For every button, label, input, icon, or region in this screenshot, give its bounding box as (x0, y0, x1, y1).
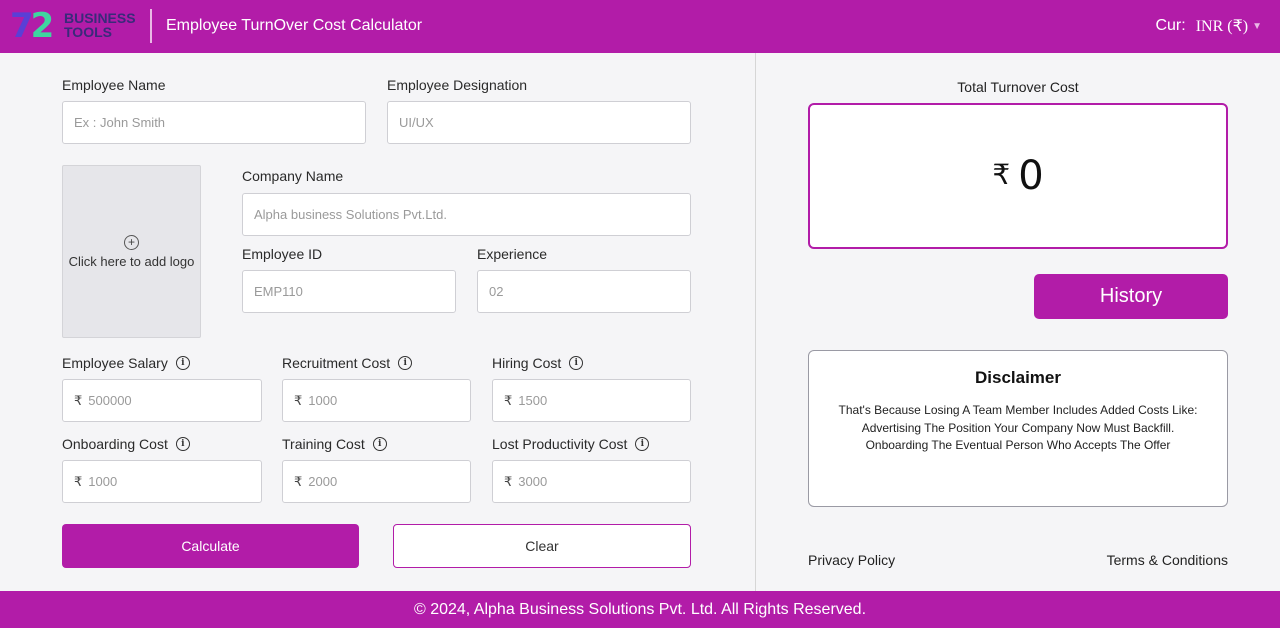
info-icon[interactable]: i (372, 437, 387, 451)
business-tools-logo[interactable]: 72 BUSINESS TOOLS (10, 8, 140, 44)
add-logo-text: Click here to add logo (68, 253, 195, 269)
rupee-icon: ₹ (74, 392, 83, 408)
info-icon[interactable]: i (569, 356, 584, 370)
disclaimer-box: Disclaimer That's Because Losing A Team … (808, 350, 1228, 507)
hiring-cost-input[interactable]: ₹ 1500 (492, 379, 691, 422)
recruitment-cost-label: Recruitment Cost i (282, 355, 413, 371)
calculate-button[interactable]: Calculate (62, 524, 359, 568)
lost-productivity-cost-input[interactable]: ₹ 3000 (492, 460, 691, 503)
experience-label: Experience (477, 246, 548, 262)
disclaimer-text: That's Because Losing A Team Member Incl… (838, 403, 1198, 452)
plus-circle-icon: + (124, 234, 139, 250)
employee-salary-input[interactable]: ₹ 500000 (62, 379, 262, 422)
info-icon[interactable]: i (175, 356, 190, 370)
currency-label: Cur: (1155, 17, 1186, 34)
calculator-form: Employee Name Ex : John Smith Employee D… (0, 53, 755, 591)
footer: © 2024, Alpha Business Solutions Pvt. Lt… (0, 591, 1280, 628)
hiring-cost-label: Hiring Cost i (492, 355, 584, 371)
disclaimer-title: Disclaimer (975, 368, 1061, 387)
experience-input[interactable]: 02 (477, 270, 691, 313)
employee-id-input[interactable]: EMP110 (242, 270, 456, 313)
top-header: 72 BUSINESS TOOLS Employee TurnOver Cost… (0, 0, 1280, 53)
company-name-label: Company Name (242, 168, 344, 184)
employee-designation-label: Employee Designation (387, 77, 528, 93)
employee-id-label: Employee ID (242, 246, 323, 262)
employee-designation-input[interactable]: UI/UX (387, 101, 691, 144)
total-turnover-cost-value: 0 (1018, 153, 1044, 199)
total-turnover-cost-label: Total Turnover Cost (957, 79, 1079, 95)
onboarding-cost-input[interactable]: ₹ 1000 (62, 460, 262, 503)
terms-conditions-link[interactable]: Terms & Conditions (1107, 552, 1228, 568)
chevron-down-icon: ▼ (1252, 20, 1262, 32)
currency-selector[interactable]: Cur: INR (₹) ▼ (1155, 16, 1262, 36)
add-logo-upload[interactable]: + Click here to add logo (62, 165, 201, 338)
total-turnover-cost-box: ₹ 0 (808, 103, 1228, 249)
employee-salary-label: Employee Salary i (62, 355, 190, 371)
rupee-icon: ₹ (294, 473, 303, 489)
recruitment-cost-input[interactable]: ₹ 1000 (282, 379, 471, 422)
training-cost-label: Training Cost i (282, 436, 387, 452)
lost-productivity-cost-label: Lost Productivity Cost i (492, 436, 650, 452)
employee-name-input[interactable]: Ex : John Smith (62, 101, 366, 144)
logo-text: BUSINESS TOOLS (64, 10, 136, 40)
info-icon[interactable]: i (175, 437, 190, 451)
result-panel: Total Turnover Cost ₹ 0 History Disclaim… (756, 53, 1280, 591)
currency-select[interactable]: INR (₹) ▼ (1196, 16, 1262, 36)
header-divider (150, 9, 152, 43)
rupee-icon: ₹ (504, 392, 513, 408)
onboarding-cost-label: Onboarding Cost i (62, 436, 190, 452)
employee-name-label: Employee Name (62, 77, 166, 93)
page-title: Employee TurnOver Cost Calculator (166, 17, 423, 34)
training-cost-input[interactable]: ₹ 2000 (282, 460, 471, 503)
info-icon[interactable]: i (635, 437, 650, 451)
privacy-policy-link[interactable]: Privacy Policy (808, 552, 895, 568)
rupee-icon: ₹ (74, 473, 83, 489)
logo-number: 72 (10, 6, 54, 46)
rupee-icon: ₹ (992, 158, 1011, 190)
company-name-input[interactable]: Alpha business Solutions Pvt.Ltd. (242, 193, 691, 236)
copyright-text: © 2024, Alpha Business Solutions Pvt. Lt… (413, 600, 867, 618)
rupee-icon: ₹ (294, 392, 303, 408)
clear-button[interactable]: Clear (393, 524, 691, 568)
info-icon[interactable]: i (398, 356, 413, 370)
rupee-icon: ₹ (504, 473, 513, 489)
history-button[interactable]: History (1034, 274, 1228, 319)
